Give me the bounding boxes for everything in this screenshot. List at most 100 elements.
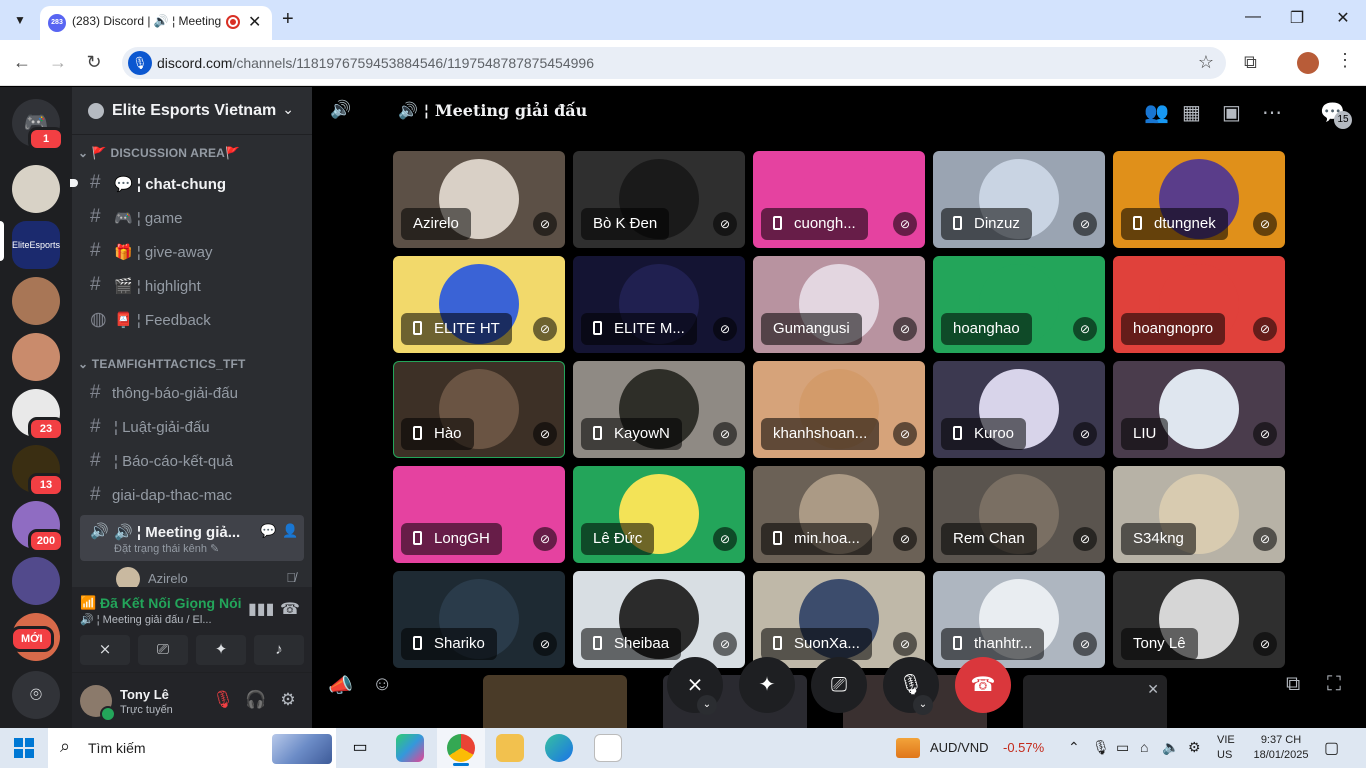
participant-tile[interactable]: khanhshoan... ⊘ (753, 361, 925, 458)
server-icon-elite-esports[interactable]: EliteEsports (12, 221, 60, 269)
participant-tile[interactable]: Tony Lê ⊘ (1113, 571, 1285, 668)
channel-chat-chung[interactable]: # 💬 ¦ chat-chung (70, 167, 304, 199)
mic-muted-button[interactable]: 🎙 ⌄ (883, 657, 939, 715)
soundboard-button[interactable]: ♪ (254, 635, 304, 665)
new-tab-button[interactable]: + (282, 8, 294, 31)
participant-tile[interactable]: Dinzuz ⊘ (933, 151, 1105, 248)
home-discord-icon[interactable]: 🎮 1 (12, 99, 64, 151)
reload-icon[interactable]: ↻ (83, 52, 105, 73)
channel-game[interactable]: # 🎮 ¦ game (80, 201, 304, 233)
popout-icon[interactable]: ⧉ (1286, 673, 1300, 696)
layout-grid-icon[interactable]: ▦ (1182, 100, 1201, 125)
volume-icon[interactable]: 🔈 (1162, 739, 1179, 756)
server-icon-anime[interactable]: 200 (12, 501, 64, 553)
notepad-icon[interactable] (594, 734, 622, 762)
participant-tile[interactable]: thanhtr... ⊘ (933, 571, 1105, 668)
system-clock[interactable]: 9:37 CH 18/01/2025 (1252, 733, 1310, 763)
channel-feedback[interactable]: ◍ 📮 ¦ Feedback (80, 303, 304, 335)
server-icon-gold[interactable]: 13 (12, 445, 64, 497)
participant-tile[interactable]: Bò K Đen ⊘ (573, 151, 745, 248)
taskbar-search[interactable]: ⌕ Tìm kiếm (48, 728, 336, 768)
server-icon-ghost[interactable]: 23 (12, 389, 64, 441)
more-options-icon[interactable]: ⋯ (1262, 100, 1282, 125)
channel-thong-bao[interactable]: # thông-báo-giải-đấu (80, 377, 304, 409)
participant-tile[interactable]: S34kng ⊘ (1113, 466, 1285, 563)
guild-header[interactable]: Elite Esports Vietnam ⌄ (72, 87, 312, 135)
close-window-icon[interactable]: ✕ (1331, 8, 1355, 28)
activities-button[interactable]: ✦ (739, 657, 795, 713)
extensions-icon[interactable]: ⧉ (1244, 52, 1257, 73)
microphone-permission-icon[interactable]: 🎙 (128, 51, 152, 75)
popout-chat-icon[interactable]: ▣ (1222, 100, 1241, 125)
headphones-icon[interactable]: 🎧 (245, 690, 267, 710)
category-discussion[interactable]: ⌄ 🚩 DISCUSSION AREA🚩 (78, 146, 240, 160)
edge-icon[interactable] (545, 734, 573, 762)
minimize-icon[interactable]: — (1241, 8, 1265, 26)
channel-bao-cao[interactable]: # ¦ Báo-cáo-kết-quả (80, 445, 304, 477)
server-icon-cat[interactable] (12, 165, 60, 213)
restore-icon[interactable]: ❐ (1285, 8, 1309, 28)
battery-icon[interactable]: ▭ (1116, 739, 1129, 756)
participant-tile[interactable]: Hào ⊘ (393, 361, 565, 458)
participant-tile[interactable]: Sheibaa ⊘ (573, 571, 745, 668)
channel-luat[interactable]: # ¦ Luật-giải-đấu (80, 411, 304, 443)
bookmark-star-icon[interactable]: ☆ (1198, 52, 1214, 73)
participant-tile[interactable]: cuongh... ⊘ (753, 151, 925, 248)
participant-tile[interactable]: hoanghao ⊘ (933, 256, 1105, 353)
participant-tile[interactable]: dtungnek ⊘ (1113, 151, 1285, 248)
disconnect-icon[interactable]: ☎ (280, 599, 300, 619)
close-preview-icon[interactable]: ✕ (1147, 681, 1159, 698)
emoji-icon[interactable]: ☺ (372, 673, 392, 696)
ticker-value[interactable]: -0.57% (1003, 740, 1044, 755)
participant-tile[interactable]: LongGH ⊘ (393, 466, 565, 563)
network-icon[interactable]: ⌂ (1140, 739, 1148, 755)
screen-share-button[interactable]: ⎚ (138, 635, 188, 665)
stream-preview[interactable]: ✕ (1023, 675, 1167, 728)
channel-meeting-voice[interactable]: 🔊 🔊 ¦ Meeting giả... Đặt trạng thái kênh… (80, 515, 304, 561)
tab-close-icon[interactable]: ✕ (248, 12, 261, 32)
activities-button[interactable]: ✦ (196, 635, 246, 665)
task-view-icon[interactable]: ▭ (346, 734, 374, 762)
camera-off-button[interactable]: ⨯ ⌄ (667, 657, 723, 715)
windows-start-icon[interactable] (14, 738, 34, 758)
chat-bubble-icon[interactable]: 💬 (260, 523, 276, 539)
chevron-up-icon[interactable]: ⌃ (1068, 739, 1080, 756)
channel-give-away[interactable]: # 🎁 ¦ give-away (80, 235, 304, 267)
participant-tile[interactable]: Azirelo ⊘ (393, 151, 565, 248)
category-tft[interactable]: ⌄ TEAMFIGHTTACTICS_TFT (78, 357, 246, 371)
forward-icon[interactable]: → (47, 52, 69, 73)
participant-tile[interactable]: Rem Chan ⊘ (933, 466, 1105, 563)
participant-tile[interactable]: KayowN ⊘ (573, 361, 745, 458)
channel-highlight[interactable]: # 🎬 ¦ highlight (80, 269, 304, 301)
noise-suppression-icon[interactable]: ▮▮▮ (248, 599, 274, 619)
participant-tile[interactable]: Lê Đức ⊘ (573, 466, 745, 563)
participant-tile[interactable]: Gumangusi ⊘ (753, 256, 925, 353)
discover-compass-icon[interactable]: ⌾ (12, 671, 60, 719)
chevron-down-icon[interactable]: ⌄ (913, 695, 933, 715)
voice-status[interactable]: Đã Kết Nối Giọng Nói (100, 595, 242, 611)
chevron-down-icon[interactable]: ⌄ (697, 695, 717, 715)
participant-tile[interactable]: min.hoa... ⊘ (753, 466, 925, 563)
settings-gear-icon[interactable]: ⚙ (277, 690, 299, 710)
participant-tile[interactable]: Shariko ⊘ (393, 571, 565, 668)
browser-tab-discord[interactable]: 283 (283) Discord | 🔊 ¦ Meeting ✕ (40, 6, 272, 40)
url-text[interactable]: discord.com/channels/1181976759453884546… (157, 55, 594, 71)
server-icon-character[interactable] (12, 557, 60, 605)
profile-avatar[interactable] (1297, 52, 1319, 74)
back-icon[interactable]: ← (11, 52, 33, 73)
server-icon-person-2[interactable] (12, 333, 60, 381)
invite-user-icon[interactable]: 👤 (282, 523, 298, 539)
voice-channel-link[interactable]: 🔊 ¦ Meeting giải đấu / El... (80, 613, 240, 626)
notifications-icon[interactable]: ▢ (1324, 738, 1339, 758)
fullscreen-icon[interactable]: ⛶ (1327, 673, 1341, 696)
channel-status[interactable]: Đặt trạng thái kênh ✎ (114, 542, 219, 555)
screen-share-button[interactable]: ⎚ (811, 657, 867, 713)
tab-search-chevron-icon[interactable]: ▼ (8, 8, 32, 32)
add-people-icon[interactable]: 👥 (1144, 100, 1169, 125)
stream-preview[interactable] (483, 675, 627, 728)
file-explorer-icon[interactable] (496, 734, 524, 762)
language-ime-icon[interactable]: ⚙ (1188, 739, 1201, 756)
omnibox[interactable]: 🎙 discord.com/channels/11819767594538845… (122, 47, 1226, 79)
participant-tile[interactable]: ELITE HT ⊘ (393, 256, 565, 353)
browser-menu-icon[interactable]: ⋮ (1336, 50, 1354, 71)
